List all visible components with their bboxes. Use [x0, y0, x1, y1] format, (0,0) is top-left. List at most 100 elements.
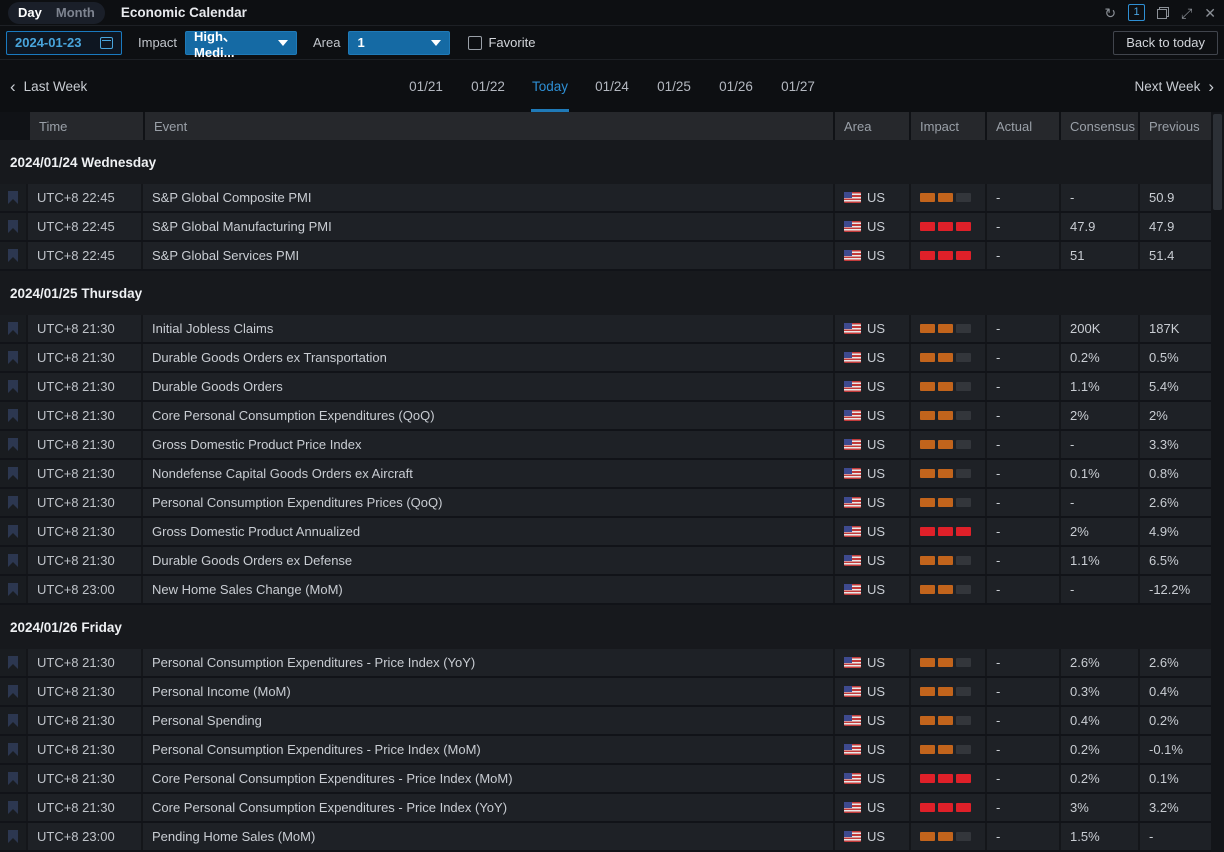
bookmark-icon[interactable]	[8, 409, 18, 422]
bookmark-icon[interactable]	[8, 438, 18, 451]
table-row[interactable]: UTC+8 23:00New Home Sales Change (MoM)US…	[0, 576, 1211, 605]
event-cell[interactable]: S&P Global Composite PMI	[143, 184, 835, 211]
favorite-checkbox[interactable]	[468, 36, 482, 50]
event-cell[interactable]: Nondefense Capital Goods Orders ex Aircr…	[143, 460, 835, 487]
event-cell[interactable]: Gross Domestic Product Price Index	[143, 431, 835, 458]
bookmark-icon[interactable]	[8, 685, 18, 698]
area-select[interactable]: 1	[348, 31, 450, 55]
bookmark-cell[interactable]	[0, 823, 28, 850]
expand-icon[interactable]: ⤢	[1181, 6, 1192, 20]
bookmark-cell[interactable]	[0, 431, 28, 458]
event-cell[interactable]: Personal Spending	[143, 707, 835, 734]
bookmark-icon[interactable]	[8, 467, 18, 480]
bookmark-icon[interactable]	[8, 801, 18, 814]
day-tab-01-26[interactable]: 01/26	[705, 60, 767, 112]
table-row[interactable]: UTC+8 21:30Personal Consumption Expendit…	[0, 489, 1211, 518]
bookmark-cell[interactable]	[0, 242, 28, 269]
close-icon[interactable]: ✕	[1204, 6, 1216, 20]
event-cell[interactable]: Initial Jobless Claims	[143, 315, 835, 342]
bookmark-cell[interactable]	[0, 518, 28, 545]
table-row[interactable]: UTC+8 22:45S&P Global Composite PMIUS--5…	[0, 184, 1211, 213]
bookmark-icon[interactable]	[8, 772, 18, 785]
table-row[interactable]: UTC+8 21:30Durable Goods Orders ex Defen…	[0, 547, 1211, 576]
bookmark-cell[interactable]	[0, 315, 28, 342]
next-week-button[interactable]: Next Week ›	[1135, 78, 1214, 95]
bookmark-icon[interactable]	[8, 830, 18, 843]
bookmark-icon[interactable]	[8, 525, 18, 538]
event-cell[interactable]: Core Personal Consumption Expenditures (…	[143, 402, 835, 429]
tab-day[interactable]: Day	[18, 5, 42, 20]
event-cell[interactable]: Gross Domestic Product Annualized	[143, 518, 835, 545]
event-cell[interactable]: Core Personal Consumption Expenditures -…	[143, 794, 835, 821]
table-row[interactable]: UTC+8 21:30Durable Goods Orders ex Trans…	[0, 344, 1211, 373]
bookmark-cell[interactable]	[0, 649, 28, 676]
bookmark-icon[interactable]	[8, 714, 18, 727]
bookmark-icon[interactable]	[8, 191, 18, 204]
bookmark-cell[interactable]	[0, 402, 28, 429]
table-row[interactable]: UTC+8 21:30Personal SpendingUS-0.4%0.2%	[0, 707, 1211, 736]
table-row[interactable]: UTC+8 22:45S&P Global Services PMIUS-515…	[0, 242, 1211, 271]
table-row[interactable]: UTC+8 23:00Pending Home Sales (MoM)US-1.…	[0, 823, 1211, 852]
event-cell[interactable]: Durable Goods Orders ex Transportation	[143, 344, 835, 371]
bookmark-icon[interactable]	[8, 496, 18, 509]
bookmark-cell[interactable]	[0, 213, 28, 240]
bookmark-icon[interactable]	[8, 249, 18, 262]
event-cell[interactable]: Core Personal Consumption Expenditures -…	[143, 765, 835, 792]
bookmark-cell[interactable]	[0, 678, 28, 705]
table-row[interactable]: UTC+8 21:30Personal Income (MoM)US-0.3%0…	[0, 678, 1211, 707]
table-row[interactable]: UTC+8 21:30Gross Domestic Product Price …	[0, 431, 1211, 460]
event-cell[interactable]: S&P Global Services PMI	[143, 242, 835, 269]
day-tab-01-22[interactable]: 01/22	[457, 60, 519, 112]
bookmark-cell[interactable]	[0, 373, 28, 400]
event-cell[interactable]: Personal Consumption Expenditures Prices…	[143, 489, 835, 516]
bookmark-icon[interactable]	[8, 322, 18, 335]
event-cell[interactable]: Durable Goods Orders ex Defense	[143, 547, 835, 574]
bookmark-cell[interactable]	[0, 736, 28, 763]
scrollbar-thumb[interactable]	[1213, 114, 1222, 210]
event-cell[interactable]: Personal Consumption Expenditures - Pric…	[143, 736, 835, 763]
back-to-today-button[interactable]: Back to today	[1113, 31, 1218, 55]
bookmark-icon[interactable]	[8, 554, 18, 567]
event-cell[interactable]: Personal Income (MoM)	[143, 678, 835, 705]
day-tab-01-21[interactable]: 01/21	[395, 60, 457, 112]
vertical-scrollbar[interactable]	[1211, 112, 1224, 852]
table-row[interactable]: UTC+8 21:30Gross Domestic Product Annual…	[0, 518, 1211, 547]
restore-window-icon[interactable]	[1157, 7, 1169, 19]
refresh-icon[interactable]: ↻	[1104, 6, 1116, 20]
event-cell[interactable]: Pending Home Sales (MoM)	[143, 823, 835, 850]
bookmark-cell[interactable]	[0, 344, 28, 371]
favorite-filter[interactable]: Favorite	[468, 35, 535, 50]
table-row[interactable]: UTC+8 21:30Core Personal Consumption Exp…	[0, 794, 1211, 823]
bookmark-cell[interactable]	[0, 184, 28, 211]
table-row[interactable]: UTC+8 21:30Core Personal Consumption Exp…	[0, 402, 1211, 431]
event-cell[interactable]: Personal Consumption Expenditures - Pric…	[143, 649, 835, 676]
bookmark-icon[interactable]	[8, 351, 18, 364]
bookmark-icon[interactable]	[8, 656, 18, 669]
last-week-button[interactable]: ‹ Last Week	[10, 78, 87, 95]
bookmark-cell[interactable]	[0, 707, 28, 734]
bookmark-cell[interactable]	[0, 794, 28, 821]
event-cell[interactable]: S&P Global Manufacturing PMI	[143, 213, 835, 240]
date-picker[interactable]: 2024-01-23	[6, 31, 122, 55]
table-row[interactable]: UTC+8 22:45S&P Global Manufacturing PMIU…	[0, 213, 1211, 242]
bookmark-cell[interactable]	[0, 765, 28, 792]
bookmark-cell[interactable]	[0, 576, 28, 603]
impact-select[interactable]: High、Medi...	[185, 31, 297, 55]
table-row[interactable]: UTC+8 21:30Core Personal Consumption Exp…	[0, 765, 1211, 794]
tab-month[interactable]: Month	[56, 5, 95, 20]
bookmark-icon[interactable]	[8, 380, 18, 393]
table-row[interactable]: UTC+8 21:30Nondefense Capital Goods Orde…	[0, 460, 1211, 489]
event-cell[interactable]: Durable Goods Orders	[143, 373, 835, 400]
bookmark-cell[interactable]	[0, 460, 28, 487]
day-tab-today[interactable]: Today	[519, 60, 581, 112]
table-row[interactable]: UTC+8 21:30Personal Consumption Expendit…	[0, 736, 1211, 765]
table-row[interactable]: UTC+8 21:30Personal Consumption Expendit…	[0, 649, 1211, 678]
table-row[interactable]: UTC+8 21:30Initial Jobless ClaimsUS-200K…	[0, 315, 1211, 344]
day-tab-01-24[interactable]: 01/24	[581, 60, 643, 112]
panel-count-icon[interactable]: 1	[1128, 4, 1145, 21]
day-tab-01-27[interactable]: 01/27	[767, 60, 829, 112]
day-tab-01-25[interactable]: 01/25	[643, 60, 705, 112]
table-row[interactable]: UTC+8 21:30Durable Goods OrdersUS-1.1%5.…	[0, 373, 1211, 402]
bookmark-icon[interactable]	[8, 583, 18, 596]
bookmark-icon[interactable]	[8, 743, 18, 756]
